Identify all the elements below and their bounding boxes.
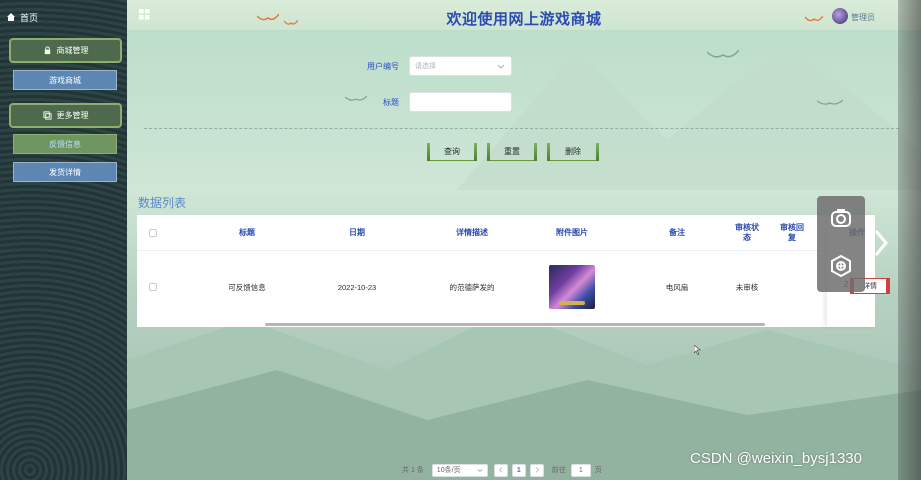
watermark: CSDN @weixin_bysj1330 <box>690 450 862 467</box>
camera-icon[interactable] <box>829 206 853 230</box>
avatar[interactable] <box>832 8 848 24</box>
chevron-down-icon <box>497 64 505 69</box>
sidebar-item-feedback[interactable]: 反馈信息 <box>13 134 117 154</box>
bird-decoration-icon <box>707 50 739 58</box>
sidebar-menu-label: 商城管理 <box>56 46 89 55</box>
button-bar <box>596 143 599 161</box>
title-label: 标题 <box>383 98 399 107</box>
floating-toolbar <box>817 196 865 292</box>
column-header[interactable]: 审核状态 <box>732 215 762 251</box>
cell-remark: 电风扇 <box>665 282 689 292</box>
button-bar <box>547 143 550 161</box>
horizontal-scrollbar[interactable] <box>265 323 765 326</box>
next-page-button[interactable] <box>529 463 544 477</box>
bird-decoration-icon <box>345 96 367 101</box>
sidebar-item-label: 发货详情 <box>49 167 81 177</box>
mountain-peaks <box>457 40 921 190</box>
button-bar <box>427 143 430 161</box>
sidebar-item-game-mall[interactable]: 游戏商城 <box>13 70 117 90</box>
home-icon <box>7 13 15 21</box>
pagination: 共 1 条 10条/页 1 前往 1 页 <box>402 463 602 477</box>
select-all-checkbox[interactable] <box>149 229 157 237</box>
reset-button-label: 重置 <box>504 147 520 156</box>
sidebar-home-label: 首页 <box>20 12 39 23</box>
sidebar-item-shipping[interactable]: 发货详情 <box>13 162 117 182</box>
section-title: 数据列表 <box>138 196 187 210</box>
column-header[interactable]: 附件图片 <box>527 215 617 251</box>
select-placeholder: 请选择 <box>415 63 436 70</box>
cell-date: 2022-10-23 <box>337 282 377 292</box>
page-size-value: 10条/页 <box>436 467 461 474</box>
copy-icon <box>42 111 52 120</box>
page-suffix: 页 <box>594 467 602 474</box>
column-header[interactable]: 标题 <box>197 215 297 251</box>
chevron-down-icon <box>477 468 483 473</box>
column-header[interactable]: 备注 <box>632 215 722 251</box>
goto-page-input[interactable]: 1 <box>570 463 591 477</box>
button-bar <box>487 143 490 161</box>
target-icon[interactable] <box>829 254 853 278</box>
reset-button[interactable]: 重置 <box>487 143 537 161</box>
title-input[interactable] <box>409 92 512 112</box>
chevron-right-icon <box>535 467 539 473</box>
mouse-cursor-icon <box>694 345 701 355</box>
column-header[interactable]: 详情描述 <box>417 215 527 251</box>
main-content: 欢迎使用网上游戏商城 管理员 用户编号 请选择 标题 查询 重置 删除 数据列表… <box>127 0 921 480</box>
user-no-label: 用户编号 <box>367 62 399 71</box>
sidebar-home[interactable]: 首页 <box>6 8 38 26</box>
sidebar-item-label: 反馈信息 <box>49 139 81 149</box>
edge-shade <box>898 0 921 480</box>
cell-status: 未审核 <box>735 282 759 292</box>
page-number-button[interactable]: 1 <box>511 463 526 477</box>
cell-title: 可反馈信息 <box>228 282 266 292</box>
detail-button-label: 详情 <box>863 283 877 290</box>
data-table: 标题 日期 详情描述 附件图片 备注 审核状态 审核回复 可反馈信息 2022-… <box>137 215 890 327</box>
pagination-total: 共 1 条 <box>402 467 424 474</box>
sidebar-item-label: 游戏商城 <box>49 75 81 85</box>
page-size-select[interactable]: 10条/页 <box>431 463 488 477</box>
row-checkbox[interactable] <box>149 283 157 291</box>
sidebar-menu-more[interactable]: 更多管理 <box>9 103 122 128</box>
next-arrow-icon[interactable] <box>873 228 889 258</box>
sidebar-menu-mall[interactable]: 商城管理 <box>9 38 122 63</box>
delete-button[interactable]: 删除 <box>547 143 599 161</box>
bird-decoration-icon <box>817 100 843 105</box>
page-title: 欢迎使用网上游戏商城 <box>446 11 602 28</box>
button-bar <box>534 143 537 161</box>
sidebar-menu-label: 更多管理 <box>56 111 89 120</box>
button-bar <box>886 279 889 293</box>
goto-label: 前往 <box>551 467 566 474</box>
lock-icon <box>44 46 50 55</box>
sidebar: 首页 商城管理 游戏商城 更多管理 反馈信息 发货详情 <box>0 0 127 480</box>
delete-button-label: 删除 <box>565 147 581 156</box>
table-header: 标题 日期 详情描述 附件图片 备注 审核状态 审核回复 <box>137 215 875 251</box>
query-button-label: 查询 <box>444 147 460 156</box>
query-button[interactable]: 查询 <box>427 143 477 161</box>
chevron-left-icon <box>498 467 502 473</box>
prev-page-button[interactable] <box>493 463 508 477</box>
divider <box>144 128 899 129</box>
user-name[interactable]: 管理员 <box>851 12 875 23</box>
attachment-image[interactable] <box>549 265 595 309</box>
button-bar <box>474 143 477 161</box>
cell-description: 的范德萨发的 <box>449 282 495 292</box>
app-window: 首页 商城管理 游戏商城 更多管理 反馈信息 发货详情 欢迎使用网上游戏商城 管… <box>0 0 921 480</box>
column-header[interactable]: 审核回复 <box>777 215 807 251</box>
user-no-select[interactable]: 请选择 <box>409 56 512 76</box>
cell-image <box>527 252 617 322</box>
column-header[interactable]: 日期 <box>307 215 407 251</box>
